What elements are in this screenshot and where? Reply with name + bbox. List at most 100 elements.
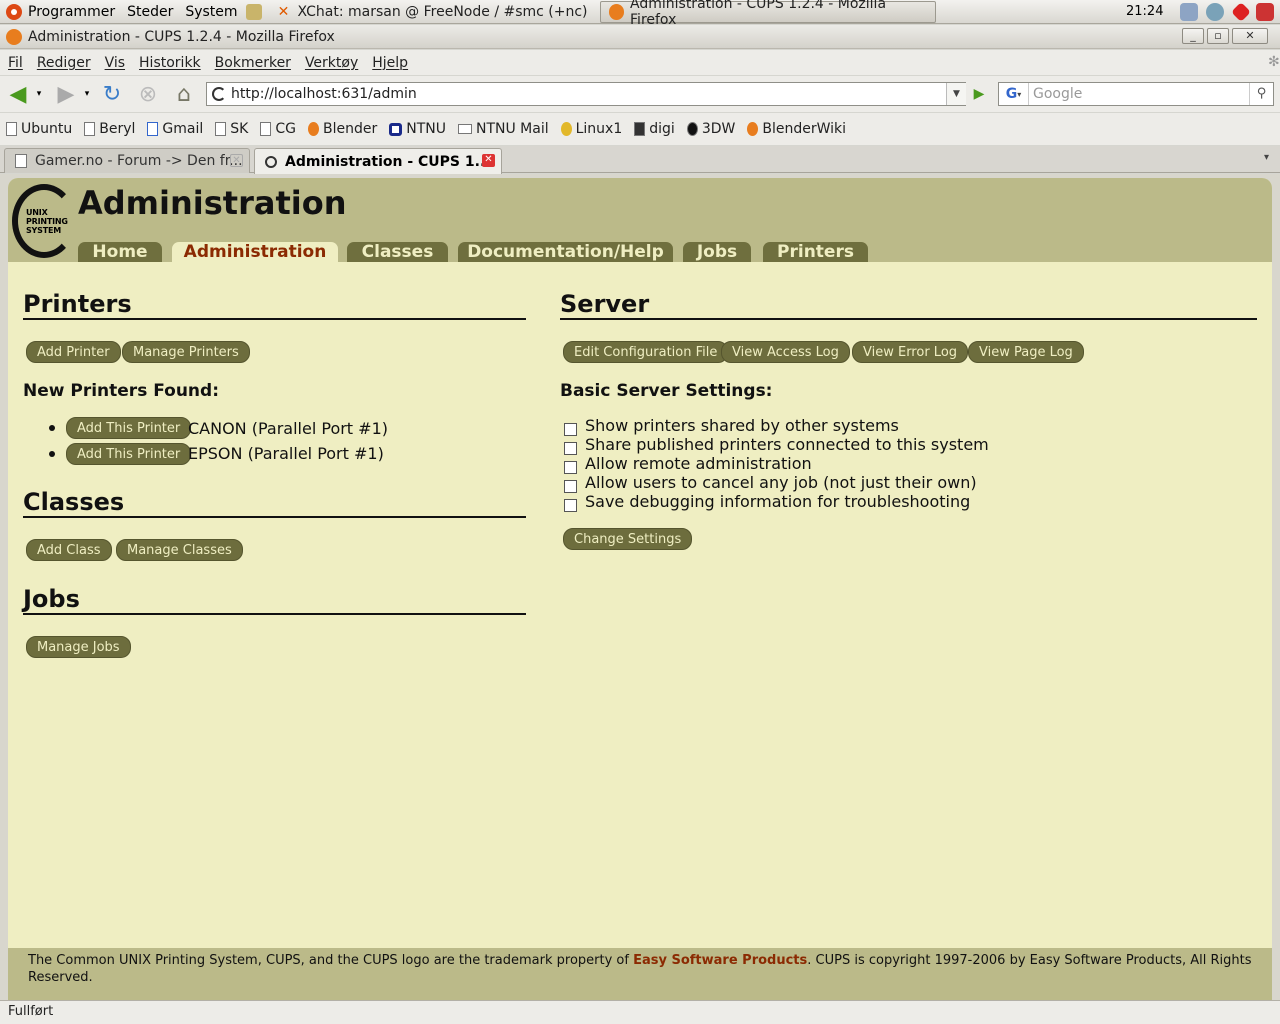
cups-header: UNIX PRINTING SYSTEM Administration Home… xyxy=(8,178,1272,262)
bookmarks-toolbar: Ubuntu Beryl Gmail SK CG Blender NTNU NT… xyxy=(0,113,1280,145)
tab-bar: Gamer.no - Forum -> Den fr... ✕ Administ… xyxy=(0,146,1280,174)
reload-icon[interactable]: ↻ xyxy=(98,81,126,107)
debug-logging-checkbox[interactable] xyxy=(564,499,577,512)
window-title: Administration - CUPS 1.2.4 - Mozilla Fi… xyxy=(28,28,335,45)
manage-jobs-button[interactable]: Manage Jobs xyxy=(26,636,131,658)
status-text: Fullført xyxy=(8,1004,54,1019)
site-favicon-icon xyxy=(212,87,226,101)
throbber-icon: ✻ xyxy=(1268,54,1280,70)
blender-icon xyxy=(307,122,319,136)
edit-config-button[interactable]: Edit Configuration File xyxy=(563,341,729,363)
tab-cups-admin[interactable]: Administration - CUPS 1.... ✕ xyxy=(254,148,502,174)
tab-home[interactable]: Home xyxy=(78,242,162,262)
status-bar: Fullført xyxy=(0,1000,1280,1024)
user-icon[interactable] xyxy=(1206,3,1224,21)
xchat-icon: ✕ xyxy=(277,3,290,20)
menu-bokmerker[interactable]: Bokmerker xyxy=(215,55,291,71)
bookmark-blender[interactable]: Blender xyxy=(307,121,377,137)
maximize-button[interactable]: ▫ xyxy=(1207,28,1229,44)
close-tab-icon[interactable]: ✕ xyxy=(482,154,495,167)
view-page-log-button[interactable]: View Page Log xyxy=(968,341,1084,363)
search-icon[interactable]: ⚲ xyxy=(1249,83,1273,105)
task-xchat[interactable]: ✕ XChat: marsan @ FreeNode / #smc (+nc) xyxy=(268,1,600,23)
network-icon[interactable] xyxy=(1180,3,1198,21)
printer-name: EPSON (Parallel Port #1) xyxy=(188,444,384,463)
applications-menu[interactable]: Programmer xyxy=(0,0,121,24)
search-engine-icon[interactable]: G ▾ xyxy=(999,83,1029,105)
clock[interactable]: 21:24 xyxy=(1126,4,1163,19)
checkbox-label: Allow remote administration xyxy=(585,454,812,473)
close-window-button[interactable]: ✕ xyxy=(1232,28,1268,44)
add-this-printer-button[interactable]: Add This Printer xyxy=(66,443,192,465)
user-cancel-checkbox[interactable] xyxy=(564,480,577,493)
bookmark-3dw[interactable]: 3DW xyxy=(686,121,735,137)
menu-historikk[interactable]: Historikk xyxy=(139,55,201,71)
list-bullet xyxy=(49,425,55,431)
view-access-log-button[interactable]: View Access Log xyxy=(721,341,850,363)
checkbox-label: Save debugging information for troublesh… xyxy=(585,492,971,511)
bookmark-linux1[interactable]: Linux1 xyxy=(560,121,622,137)
share-remote-checkbox[interactable] xyxy=(564,423,577,436)
close-tab-icon[interactable]: ✕ xyxy=(230,154,243,167)
bookmark-blenderwiki[interactable]: BlenderWiki xyxy=(747,121,846,137)
forward-history-dropdown[interactable]: ▾ xyxy=(80,81,94,107)
launcher-icon[interactable] xyxy=(245,3,262,20)
bookmark-ntnu-mail[interactable]: NTNU Mail xyxy=(457,121,549,137)
remote-admin-checkbox[interactable] xyxy=(564,461,577,474)
jobs-heading: Jobs xyxy=(23,585,526,615)
page-icon xyxy=(215,122,227,136)
add-this-printer-button[interactable]: Add This Printer xyxy=(66,417,192,439)
menu-hjelp[interactable]: Hjelp xyxy=(372,55,408,71)
bookmark-beryl[interactable]: Beryl xyxy=(84,121,135,137)
view-error-log-button[interactable]: View Error Log xyxy=(852,341,969,363)
digi-icon xyxy=(634,122,646,136)
menu-rediger[interactable]: Rediger xyxy=(37,55,91,71)
places-menu[interactable]: Steder xyxy=(121,0,179,24)
back-icon[interactable]: ◀ xyxy=(4,81,32,107)
easy-software-link[interactable]: Easy Software Products xyxy=(633,953,807,968)
back-history-dropdown[interactable]: ▾ xyxy=(32,81,46,107)
home-icon[interactable]: ⌂ xyxy=(170,81,198,107)
ntnu-icon xyxy=(389,122,403,136)
server-heading: Server xyxy=(560,290,1257,320)
page-icon xyxy=(260,122,272,136)
menu-vis[interactable]: Vis xyxy=(105,55,125,71)
go-icon[interactable]: ▶ xyxy=(968,83,990,105)
share-local-checkbox[interactable] xyxy=(564,442,577,455)
minimize-button[interactable]: _ xyxy=(1182,28,1204,44)
menu-verktoy[interactable]: Verktøy xyxy=(305,55,358,71)
printer-name: CANON (Parallel Port #1) xyxy=(188,419,388,438)
tab-printers[interactable]: Printers xyxy=(763,242,868,262)
page-footer: The Common UNIX Printing System, CUPS, a… xyxy=(8,948,1272,1000)
stop-icon[interactable]: ⊗ xyxy=(134,81,162,107)
tab-list-dropdown[interactable]: ▾ xyxy=(1264,152,1269,163)
system-menu[interactable]: System xyxy=(179,0,243,24)
change-settings-button[interactable]: Change Settings xyxy=(563,528,693,550)
tab-administration[interactable]: Administration xyxy=(172,242,338,262)
tab-documentation[interactable]: Documentation/Help xyxy=(458,242,673,262)
add-printer-button[interactable]: Add Printer xyxy=(26,341,121,363)
tab-classes[interactable]: Classes xyxy=(347,242,448,262)
bookmark-cg[interactable]: CG xyxy=(260,121,296,137)
manage-classes-button[interactable]: Manage Classes xyxy=(116,539,243,561)
search-input[interactable]: G ▾ Google ⚲ xyxy=(998,82,1274,106)
bookmark-ntnu[interactable]: NTNU xyxy=(389,121,446,137)
tab-jobs[interactable]: Jobs xyxy=(683,242,751,262)
bookmark-sk[interactable]: SK xyxy=(215,121,248,137)
cups-favicon-icon xyxy=(265,155,277,168)
logout-icon[interactable] xyxy=(1256,3,1274,21)
browser-content: UNIX PRINTING SYSTEM Administration Home… xyxy=(0,174,1280,1000)
bookmark-ubuntu[interactable]: Ubuntu xyxy=(6,121,72,137)
add-class-button[interactable]: Add Class xyxy=(26,539,112,561)
bookmark-gmail[interactable]: Gmail xyxy=(147,121,203,137)
task-firefox[interactable]: Administration - CUPS 1.2.4 - Mozilla Fi… xyxy=(599,0,936,28)
firefox-icon xyxy=(608,3,625,20)
bookmark-digi[interactable]: digi xyxy=(634,121,675,137)
linux1-icon xyxy=(560,122,572,136)
manage-printers-button[interactable]: Manage Printers xyxy=(122,341,250,363)
forward-icon[interactable]: ▶ xyxy=(52,81,80,107)
url-field[interactable]: http://localhost:631/admin xyxy=(206,82,966,106)
menu-fil[interactable]: Fil xyxy=(8,55,23,71)
url-history-dropdown[interactable]: ▼ xyxy=(946,83,966,105)
tab-gamer[interactable]: Gamer.no - Forum -> Den fr... ✕ xyxy=(4,148,250,173)
